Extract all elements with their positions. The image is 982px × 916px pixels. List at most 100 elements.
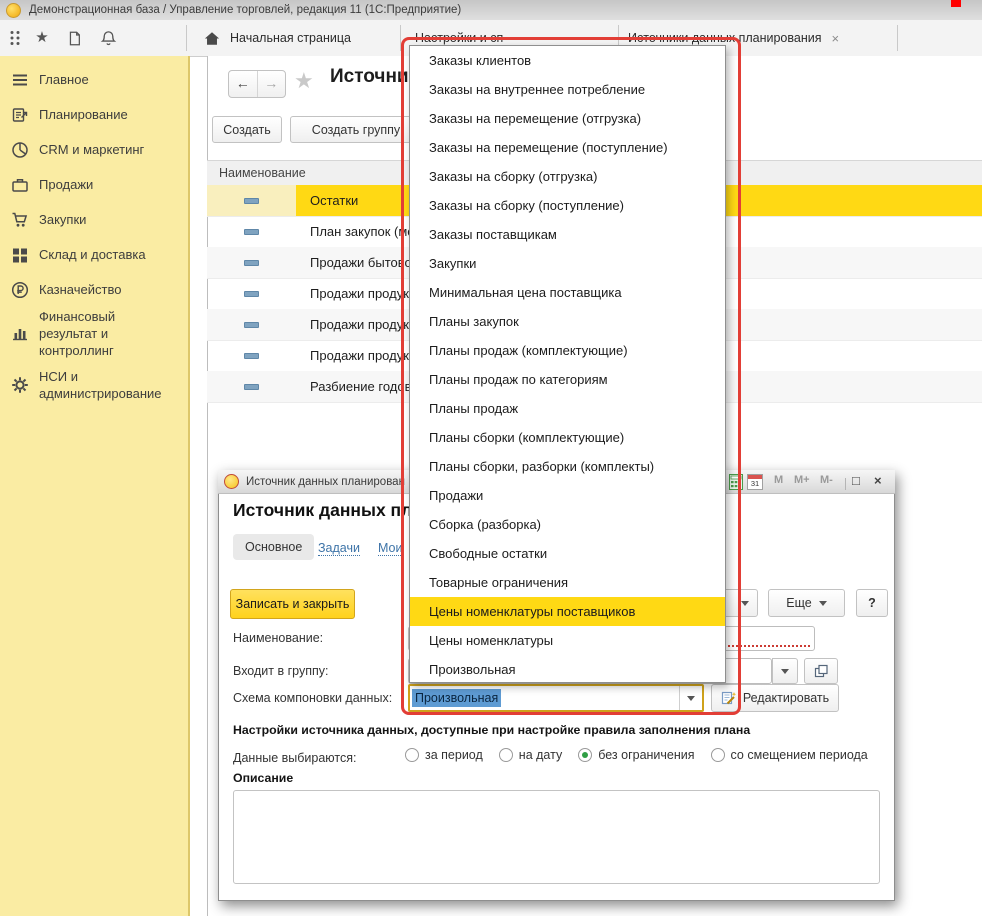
dropdown-item[interactable]: Заказы на сборку (поступление) (410, 191, 725, 220)
crm-icon (10, 140, 30, 160)
radio-selected-icon (578, 748, 592, 762)
radio-label: на дату (519, 748, 562, 762)
dropdown-item[interactable]: Товарные ограничения (410, 568, 725, 597)
edit-schema-button[interactable]: Редактировать (711, 684, 839, 712)
create-button[interactable]: Создать (212, 116, 282, 143)
dropdown-item[interactable]: Планы продаж (комплектующие) (410, 336, 725, 365)
dropdown-item[interactable]: Продажи (410, 481, 725, 510)
dialog-close-button[interactable]: × (874, 473, 882, 488)
sidebar-item-purchases[interactable]: Закупки (0, 202, 188, 237)
sidebar-item-admin[interactable]: НСИ и администрирование (0, 359, 188, 411)
calendar-day-label: 31 (748, 479, 762, 489)
schema-selected-value: Произвольная (412, 689, 501, 707)
tab-settings-label: Настройки и сп (415, 31, 503, 45)
schema-combobox[interactable]: Произвольная (408, 684, 704, 712)
dropdown-item[interactable]: Минимальная цена поставщика (410, 278, 725, 307)
tab-home[interactable]: Начальная страница (188, 20, 414, 56)
dropdown-item[interactable]: Цены номенклатуры (410, 626, 725, 655)
dropdown-item[interactable]: Планы сборки, разборки (комплекты) (410, 452, 725, 481)
sidebar-item-treasury[interactable]: Казначейство (0, 272, 188, 307)
treasury-icon (10, 280, 30, 300)
sidebar-item-warehouse[interactable]: Склад и доставка (0, 237, 188, 272)
radio-option-date[interactable]: на дату (499, 748, 562, 762)
sections-panel-icon[interactable] (6, 28, 26, 48)
gear-icon (10, 375, 30, 395)
favorites-icon[interactable]: ★ (32, 27, 52, 47)
sidebar-item-planning[interactable]: Планирование (0, 97, 188, 132)
dropdown-item[interactable]: Заказы поставщикам (410, 220, 725, 249)
create-group-button[interactable]: Создать группу (290, 116, 422, 143)
dropdown-item[interactable]: Планы продаж (410, 394, 725, 423)
dropdown-item[interactable]: Планы сборки (комплектующие) (410, 423, 725, 452)
memory-subtract-button[interactable]: M- (820, 474, 833, 486)
forward-button[interactable]: → (258, 71, 286, 97)
sidebar-item-label: Закупки (39, 212, 86, 227)
more-actions-label: Еще (786, 596, 811, 610)
sidebar-item-label: Финансовый результат и контроллинг (39, 308, 171, 359)
dropdown-item[interactable]: Заказы на сборку (отгрузка) (410, 162, 725, 191)
schema-dropdown-button[interactable] (679, 686, 702, 710)
app-icon (6, 3, 21, 18)
open-form-icon (814, 664, 828, 678)
dialog-tab-main[interactable]: Основное (233, 534, 314, 560)
description-label: Описание (233, 771, 293, 785)
dropdown-item[interactable]: Произвольная (410, 655, 725, 684)
back-button[interactable]: ← (229, 71, 258, 97)
dropdown-item-highlighted[interactable]: Цены номенклатуры поставщиков (410, 597, 725, 626)
sidebar-item-sales[interactable]: Продажи (0, 167, 188, 202)
window-title: Демонстрационная база / Управление торго… (29, 4, 461, 16)
radio-option-no-limit[interactable]: без ограничения (578, 748, 694, 762)
chevron-down-icon (687, 696, 695, 705)
item-dash-icon (244, 322, 259, 328)
1c-form-icon (224, 474, 239, 489)
radio-icon (405, 748, 419, 762)
table-header-name: Наименование (207, 166, 306, 180)
dropdown-item[interactable]: Свободные остатки (410, 539, 725, 568)
chevron-down-icon (819, 601, 827, 610)
sections-sidebar: Главное Планирование CRM и маркетинг Про… (0, 56, 190, 916)
more-actions-button[interactable]: Еще (768, 589, 845, 617)
radio-option-period-shift[interactable]: со смещением периода (711, 748, 868, 762)
sidebar-item-label: Главное (39, 72, 89, 87)
memory-add-button[interactable]: M+ (794, 474, 810, 486)
dialog-tab-tasks[interactable]: Задачи (318, 541, 360, 556)
sidebar-item-main[interactable]: Главное (0, 62, 188, 97)
name-field-label: Наименование: (233, 631, 323, 645)
description-textarea[interactable] (233, 790, 880, 884)
dropdown-item[interactable]: Заказы на перемещение (отгрузка) (410, 104, 725, 133)
group-open-button[interactable] (804, 658, 838, 684)
dialog-maximize-button[interactable]: □ (852, 473, 860, 488)
sidebar-item-label: Казначейство (39, 282, 121, 297)
notifications-bell-icon[interactable] (98, 28, 118, 48)
memory-recall-button[interactable]: M (774, 474, 783, 486)
history-icon[interactable] (64, 28, 84, 48)
window-close-fragment[interactable] (951, 0, 961, 7)
calculator-icon[interactable] (729, 474, 743, 490)
sidebar-item-label: Планирование (39, 107, 128, 122)
calendar-icon[interactable]: 31 (747, 474, 763, 490)
sidebar-item-crm[interactable]: CRM и маркетинг (0, 132, 188, 167)
sidebar-item-finance[interactable]: Финансовый результат и контроллинг (0, 307, 188, 359)
magic-wand-icon (721, 690, 737, 706)
dropdown-item[interactable]: Сборка (разборка) (410, 510, 725, 539)
chevron-down-icon (781, 669, 789, 678)
item-dash-icon (244, 291, 259, 297)
favorite-star-icon[interactable]: ★ (294, 68, 314, 94)
radio-label: за период (425, 748, 483, 762)
dropdown-item[interactable]: Заказы на внутреннее потребление (410, 75, 725, 104)
save-and-close-button[interactable]: Записать и закрыть (230, 589, 355, 619)
dropdown-item[interactable]: Закупки (410, 249, 725, 278)
planning-icon (10, 105, 30, 125)
dropdown-item[interactable]: Заказы на перемещение (поступление) (410, 133, 725, 162)
dropdown-item[interactable]: Планы закупок (410, 307, 725, 336)
dropdown-item[interactable]: Планы продаж по категориям (410, 365, 725, 394)
dropdown-item[interactable]: Заказы клиентов (410, 46, 725, 75)
tab-close-icon[interactable]: × (832, 31, 840, 46)
radio-option-period[interactable]: за период (405, 748, 483, 762)
help-button[interactable]: ? (856, 589, 888, 617)
group-dropdown-button[interactable] (772, 658, 798, 684)
menu-icon (10, 70, 30, 90)
dialog-tab-my[interactable]: Мои (378, 541, 403, 556)
sidebar-item-label: Склад и доставка (39, 247, 146, 262)
radio-icon (499, 748, 513, 762)
